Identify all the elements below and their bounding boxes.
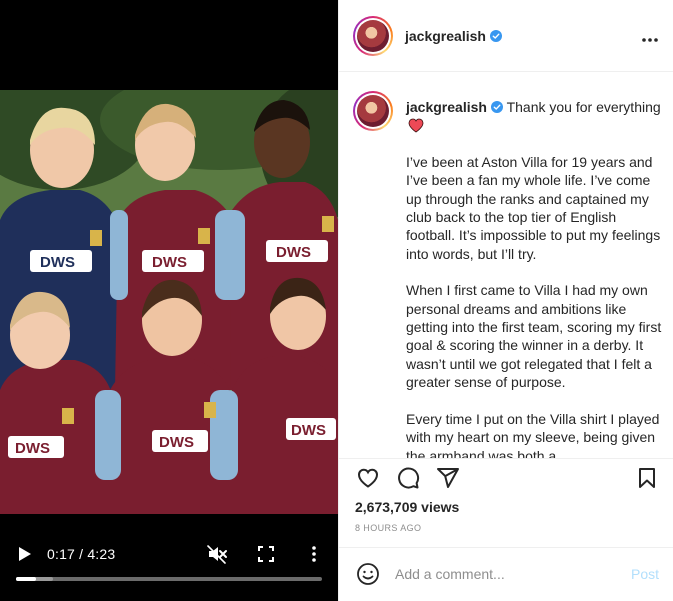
caption-paragraph: Every time I put on the Villa shirt I pl… [406,410,660,458]
svg-text:DWS: DWS [276,244,311,261]
caption-first-line: Thank you for everything [506,99,661,115]
view-count[interactable]: 2,673,709 views [355,499,459,515]
video-player[interactable]: DWS DWS DWS DWS DWS DWS 0:17 / 4:23 [0,0,338,601]
header-username[interactable]: jackgrealish [405,28,502,44]
verified-badge-icon [490,101,503,113]
comment-input[interactable] [395,564,615,584]
red-heart-icon [408,119,424,133]
verified-badge-icon [489,30,502,42]
video-frame[interactable]: DWS DWS DWS DWS DWS DWS [0,90,338,514]
fullscreen-icon[interactable] [256,544,276,564]
team-photo-image: DWS DWS DWS DWS DWS DWS [0,90,338,514]
post-panel: jackgrealish jackgrealish Thank you for … [338,0,673,601]
caption-paragraph: When I first came to Villa I had my own … [406,282,662,391]
svg-text:DWS: DWS [159,434,194,451]
svg-text:DWS: DWS [40,254,75,271]
video-controls: 0:17 / 4:23 [0,536,338,576]
post-actions [339,458,673,498]
caption-username[interactable]: jackgrealish [406,99,503,115]
bookmark-icon[interactable] [635,466,659,490]
caption-area[interactable]: jackgrealish Thank you for everything I’… [339,73,673,458]
svg-text:DWS: DWS [291,422,326,439]
more-horizontal-icon[interactable] [641,30,659,42]
avatar[interactable] [353,16,393,56]
play-icon[interactable] [14,544,34,564]
caption-first-paragraph: jackgrealish Thank you for everything [406,98,664,135]
heart-icon[interactable] [356,466,380,490]
video-progress-bar[interactable] [16,577,322,581]
caption-paragraph: I’ve been at Aston Villa for 19 years an… [406,153,661,262]
svg-text:DWS: DWS [15,440,50,457]
caption-username-label: jackgrealish [406,99,487,115]
video-progress-fill [16,577,36,581]
muted-speaker-icon[interactable] [206,543,228,565]
post-timestamp[interactable]: 8 HOURS AGO [355,523,421,533]
caption-avatar[interactable] [353,91,393,131]
post-comment-button[interactable]: Post [631,566,659,582]
video-time-display: 0:17 / 4:23 [47,546,116,562]
post-header: jackgrealish [339,0,673,72]
more-vertical-icon[interactable] [304,544,324,564]
caption-text: jackgrealish Thank you for everything I’… [406,98,664,458]
header-username-label: jackgrealish [405,28,486,44]
svg-text:DWS: DWS [152,254,187,271]
comment-bar: Post [339,547,673,601]
comment-icon[interactable] [396,466,420,490]
share-icon[interactable] [436,466,460,490]
smiley-icon[interactable] [356,562,380,586]
